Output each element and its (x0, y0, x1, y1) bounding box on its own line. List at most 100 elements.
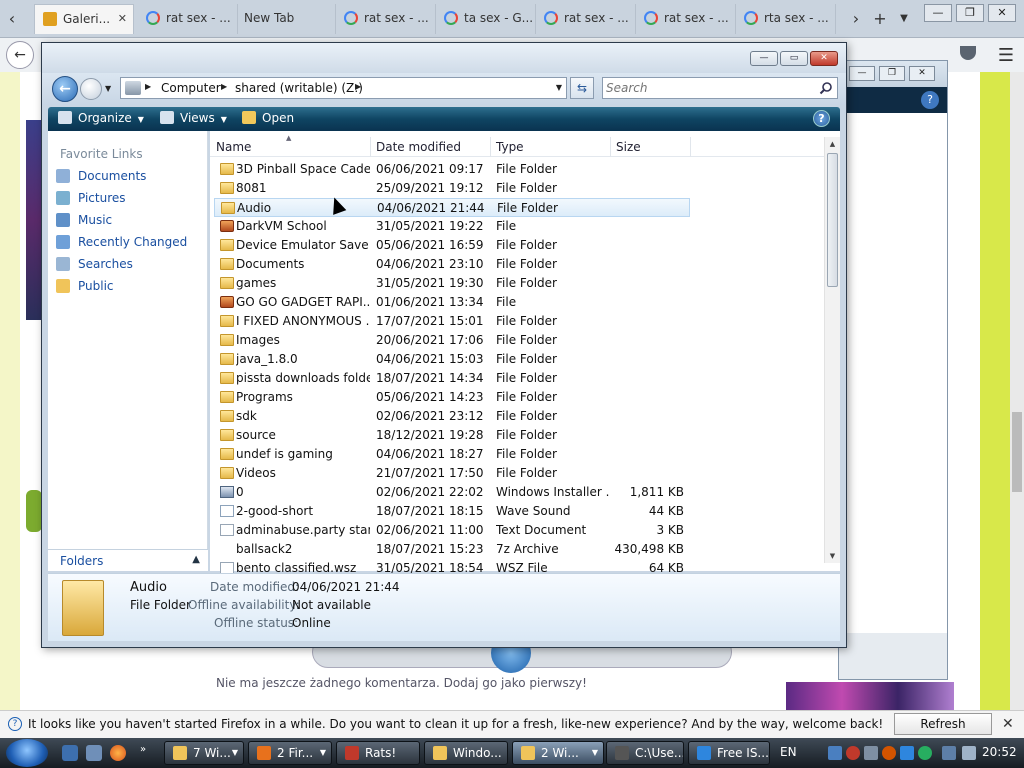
taskbar-button[interactable]: C:\Use... (606, 741, 684, 765)
file-row[interactable]: adminabuse.party stan... 02/06/2021 11:00… (214, 521, 690, 540)
file-row[interactable]: 3D Pinball Space Cadet 06/06/2021 09:17 Fi… (214, 160, 690, 179)
pocket-icon[interactable] (960, 46, 976, 60)
quick-launch-more-icon[interactable]: » (140, 744, 146, 755)
search-input[interactable] (606, 80, 811, 96)
file-row[interactable]: I FIXED ANONYMOUS ... 17/07/2021 15:01 Fil… (214, 312, 690, 331)
minimize-icon[interactable]: — (849, 66, 875, 81)
tray-app-icon[interactable] (918, 746, 932, 760)
breadcrumb-arrow-icon[interactable]: ▶ (221, 82, 227, 91)
switch-windows-icon[interactable] (86, 745, 102, 761)
favorite-link-searches[interactable]: Searches (56, 257, 204, 277)
search-icon[interactable] (819, 81, 833, 95)
taskbar-button[interactable]: Windo... (424, 741, 508, 765)
file-row[interactable]: 8081 25/09/2021 19:12 File Folder (214, 179, 690, 198)
file-row[interactable]: Device Emulator Save ... 05/06/2021 16:59… (214, 236, 690, 255)
firefox-tray-icon[interactable] (882, 746, 896, 760)
browser-tab[interactable]: Galeri... ✕ (34, 4, 134, 34)
maximize-icon[interactable]: ▭ (780, 51, 808, 66)
file-row[interactable]: pissta downloads folder 18/07/2021 14:34 F… (214, 369, 690, 388)
forward-arrow-icon[interactable] (80, 78, 102, 100)
column-header-name[interactable]: Name (216, 140, 251, 154)
taskbar-button[interactable]: 2 Fir... ▼ (248, 741, 332, 765)
file-row[interactable]: Videos 21/07/2021 17:50 File Folder (214, 464, 690, 483)
page-scrollbar-thumb[interactable] (1012, 412, 1022, 492)
column-header-type[interactable]: Type (496, 140, 524, 154)
file-row[interactable]: Programs 05/06/2021 14:23 File Folder (214, 388, 690, 407)
views-button[interactable]: Views ▼ (160, 111, 227, 125)
file-row[interactable]: Audio 04/06/2021 21:44 File Folder (214, 198, 690, 217)
volume-icon[interactable] (962, 746, 976, 760)
favorite-link-music[interactable]: Music (56, 213, 204, 233)
tray-app-icon[interactable] (864, 746, 878, 760)
taskbar-button[interactable]: Free IS... (688, 741, 770, 765)
hamburger-menu-icon[interactable]: ☰ (998, 45, 1014, 66)
breadcrumb-arrow-icon[interactable]: ▶ (355, 82, 361, 91)
minimize-icon[interactable]: — (750, 51, 778, 66)
file-row[interactable]: Documents 04/06/2021 23:10 File Folder (214, 255, 690, 274)
file-row[interactable]: 2-good-short 18/07/2021 18:15 Wave Sound 44… (214, 502, 690, 521)
tab-scroll-right-icon[interactable]: › (846, 6, 866, 32)
restore-icon[interactable]: ❐ (956, 4, 984, 22)
help-icon[interactable]: ? (921, 91, 939, 109)
column-header-size[interactable]: Size (616, 140, 641, 154)
file-row[interactable]: Images 20/06/2021 17:06 File Folder (214, 331, 690, 350)
show-desktop-icon[interactable] (62, 745, 78, 761)
explorer-title-bar[interactable]: — ▭ ✕ (42, 43, 846, 73)
browser-tab[interactable]: rat sex - ... (536, 4, 636, 34)
scrollbar-thumb[interactable] (827, 153, 838, 287)
scroll-up-icon[interactable]: ▲ (825, 137, 840, 151)
recent-pages-chevron-icon[interactable]: ▼ (105, 84, 111, 93)
open-button[interactable]: Open (242, 111, 294, 125)
favorite-link-recently-changed[interactable]: Recently Changed (56, 235, 204, 255)
group-dropdown-icon[interactable]: ▼ (592, 748, 598, 757)
taskbar-button[interactable]: 2 Wi... ▼ (512, 741, 604, 765)
scroll-down-icon[interactable]: ▼ (825, 549, 840, 563)
tray-app-icon[interactable] (900, 746, 914, 760)
favorite-link-public[interactable]: Public (56, 279, 204, 299)
language-indicator[interactable]: EN (780, 745, 797, 759)
back-arrow-icon[interactable]: ← (6, 41, 34, 69)
restore-icon[interactable]: ❐ (879, 66, 905, 81)
column-header-date[interactable]: Date modified (376, 140, 461, 154)
file-row[interactable]: source 18/12/2021 19:28 File Folder (214, 426, 690, 445)
security-alert-icon[interactable] (846, 746, 860, 760)
file-row[interactable]: undef is gaming 04/06/2021 18:27 File Fold… (214, 445, 690, 464)
group-dropdown-icon[interactable]: ▼ (320, 748, 326, 757)
file-row[interactable]: sdk 02/06/2021 23:12 File Folder (214, 407, 690, 426)
refresh-firefox-button[interactable]: Refresh Firefox... (894, 713, 992, 751)
file-row[interactable]: games 31/05/2021 19:30 File Folder (214, 274, 690, 293)
close-icon[interactable]: ✕ (810, 51, 838, 66)
file-row[interactable]: ballsack2 18/07/2021 15:23 7z Archive 430,4… (214, 540, 690, 559)
back-arrow-icon[interactable]: ← (52, 76, 78, 102)
organize-button[interactable]: Organize ▼ (58, 111, 144, 125)
new-tab-button[interactable]: + (870, 6, 890, 32)
breadcrumb[interactable]: ▶ Computer ▶ shared (writable) (Z:) ▶ ▼ (120, 77, 567, 99)
tab-list-icon[interactable]: ▼ (894, 6, 914, 32)
firefox-icon[interactable] (110, 745, 126, 761)
chevron-up-icon[interactable]: ▲ (192, 554, 200, 565)
close-icon[interactable]: ✕ (909, 66, 935, 81)
minimize-icon[interactable]: — (924, 4, 952, 22)
search-box[interactable] (602, 77, 838, 99)
browser-tab[interactable]: ta sex - G... (436, 4, 536, 34)
taskbar-button[interactable]: Rats! (336, 741, 420, 765)
browser-tab[interactable]: rta sex - ... (736, 4, 836, 34)
favorite-link-documents[interactable]: Documents (56, 169, 204, 189)
display-icon[interactable] (942, 746, 956, 760)
breadcrumb-computer[interactable]: Computer (161, 81, 221, 95)
close-icon[interactable]: ✕ (988, 4, 1016, 22)
breadcrumb-arrow-icon[interactable]: ▶ (145, 82, 151, 91)
browser-tab[interactable]: rat sex - ... (138, 4, 238, 34)
favorite-link-pictures[interactable]: Pictures (56, 191, 204, 211)
file-row[interactable]: GO GO GADGET RAPI... 01/06/2021 13:34 File (214, 293, 690, 312)
network-icon[interactable] (828, 746, 842, 760)
folders-toggle[interactable]: Folders ▲ (48, 549, 208, 571)
taskbar-button[interactable]: 7 Wi... ▼ (164, 741, 244, 765)
refresh-button[interactable]: ⇆ (570, 77, 594, 99)
help-icon[interactable]: ? (813, 110, 830, 127)
tab-scroll-left-icon[interactable]: ‹ (2, 6, 22, 32)
browser-tab[interactable]: New Tab (236, 4, 336, 34)
close-tab-icon[interactable]: ✕ (118, 12, 127, 25)
address-dropdown-icon[interactable]: ▼ (556, 83, 562, 92)
group-dropdown-icon[interactable]: ▼ (232, 748, 238, 757)
